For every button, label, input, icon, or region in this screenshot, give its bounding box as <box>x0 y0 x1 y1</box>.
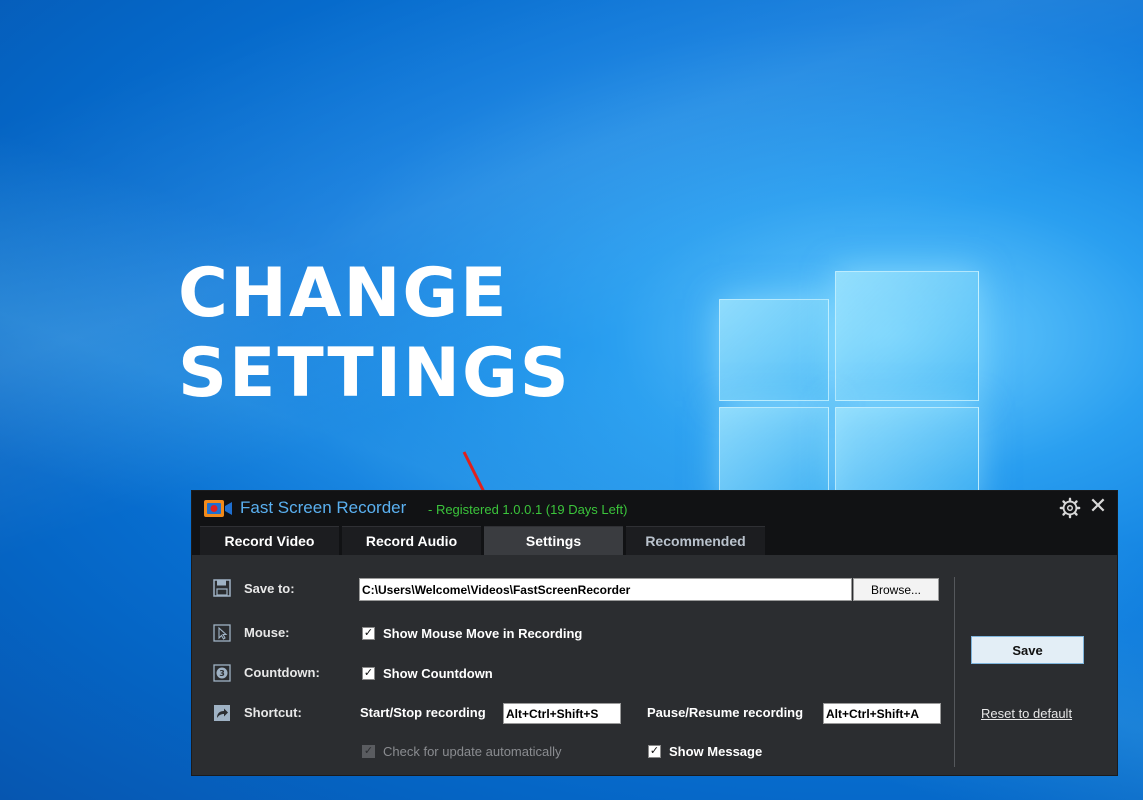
pause-resume-label: Pause/Resume recording <box>647 705 804 720</box>
windows-logo-pane <box>719 299 829 401</box>
update-checkbox-row: ✓ Check for update automatically <box>362 744 561 759</box>
mouse-label: Mouse: <box>244 625 290 640</box>
title-bar: Fast Screen Recorder - Registered 1.0.0.… <box>192 491 1117 555</box>
windows-logo-pane <box>835 271 979 401</box>
svg-text:3: 3 <box>219 669 225 678</box>
browse-button[interactable]: Browse... <box>853 578 939 601</box>
pause-resume-shortcut-input[interactable] <box>823 703 941 724</box>
save-path-input[interactable] <box>359 578 852 601</box>
app-window: Fast Screen Recorder - Registered 1.0.0.… <box>191 490 1118 776</box>
registration-status: - Registered 1.0.0.1 (19 Days Left) <box>428 502 628 517</box>
update-checkbox-label: Check for update automatically <box>383 744 562 759</box>
camera-logo-icon <box>204 500 232 517</box>
start-stop-shortcut-input[interactable] <box>503 703 621 724</box>
start-stop-label: Start/Stop recording <box>360 705 486 720</box>
reset-to-default-link[interactable]: Reset to default <box>981 706 1072 721</box>
shortcut-label: Shortcut: <box>244 705 302 720</box>
settings-panel: Save to: Browse... Mouse: ✓ Show Mouse M… <box>192 555 1117 775</box>
save-button[interactable]: Save <box>971 636 1084 664</box>
mouse-move-checkbox[interactable]: ✓ <box>362 627 375 640</box>
share-arrow-icon <box>214 705 230 721</box>
countdown-checkbox-label: Show Countdown <box>383 666 493 681</box>
app-title: Fast Screen Recorder <box>240 498 407 517</box>
countdown-icon: 3 <box>213 664 231 682</box>
countdown-checkbox-row[interactable]: ✓ Show Countdown <box>362 666 493 681</box>
mouse-move-checkbox-label: Show Mouse Move in Recording <box>383 626 583 641</box>
cursor-icon <box>213 624 231 642</box>
gear-icon[interactable] <box>1059 497 1081 519</box>
windows-logo <box>719 271 979 503</box>
tab-record-video[interactable]: Record Video <box>200 526 339 555</box>
countdown-checkbox[interactable]: ✓ <box>362 667 375 680</box>
windows-logo-pane <box>719 407 829 503</box>
windows-logo-pane <box>835 407 979 503</box>
show-message-checkbox[interactable]: ✓ <box>648 745 661 758</box>
update-checkbox: ✓ <box>362 745 375 758</box>
mouse-move-checkbox-row[interactable]: ✓ Show Mouse Move in Recording <box>362 626 582 641</box>
close-icon[interactable]: ✕ <box>1087 493 1109 519</box>
tab-record-audio[interactable]: Record Audio <box>342 526 481 555</box>
show-message-checkbox-row[interactable]: ✓ Show Message <box>648 744 762 759</box>
headline-line-2: SETTINGS <box>178 334 571 413</box>
headline-line-1: CHANGE <box>178 254 509 333</box>
headline: CHANGE SETTINGS <box>178 254 571 414</box>
save-to-label: Save to: <box>244 581 295 596</box>
vertical-divider <box>954 577 955 767</box>
tab-recommended[interactable]: Recommended <box>626 526 765 555</box>
floppy-disk-icon <box>213 579 231 597</box>
show-message-checkbox-label: Show Message <box>669 744 763 759</box>
tab-settings[interactable]: Settings <box>484 526 623 555</box>
countdown-label: Countdown: <box>244 665 320 680</box>
